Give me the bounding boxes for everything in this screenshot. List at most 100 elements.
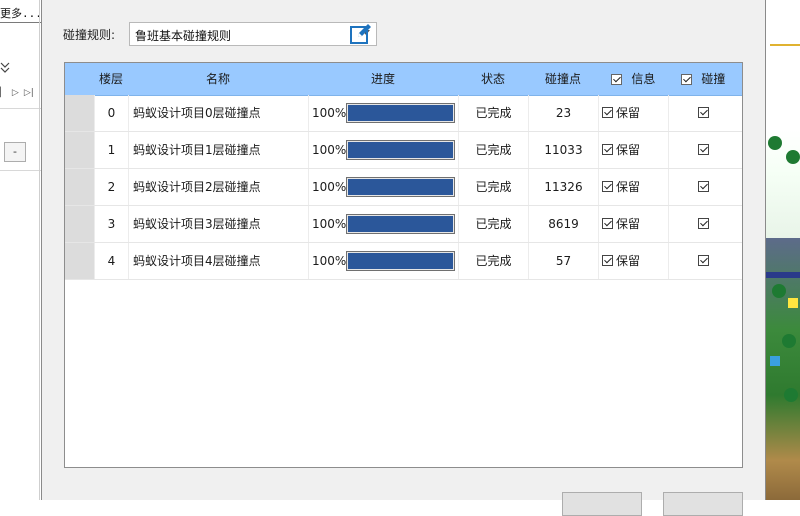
collision-checkbox[interactable] bbox=[698, 218, 709, 229]
cell-floor: 2 bbox=[94, 169, 128, 205]
column-header-collision: 碰撞 bbox=[668, 63, 738, 95]
crane-arm bbox=[770, 44, 800, 46]
column-header-name: 名称 bbox=[205, 72, 230, 86]
header-collision-checkbox[interactable] bbox=[680, 74, 692, 85]
keep-label: 保留 bbox=[616, 143, 641, 157]
collision-checkbox[interactable] bbox=[698, 144, 709, 155]
progress-fill bbox=[348, 142, 453, 158]
skip-end-icon[interactable]: ▷| bbox=[24, 88, 34, 98]
cell-keep[interactable]: 保留 bbox=[598, 132, 668, 168]
row-selector[interactable] bbox=[65, 95, 94, 131]
cell-progress: 100% bbox=[308, 95, 458, 131]
row-selector[interactable] bbox=[65, 206, 94, 242]
tree-icon bbox=[782, 334, 796, 348]
cell-keep[interactable]: 保留 bbox=[598, 206, 668, 242]
cell-keep[interactable]: 保留 bbox=[598, 95, 668, 131]
building-band bbox=[766, 272, 800, 278]
edit-icon[interactable] bbox=[349, 22, 373, 46]
cell-count: 11326 bbox=[528, 169, 598, 205]
progress-percent: 100% bbox=[312, 106, 347, 120]
keep-checkbox[interactable] bbox=[602, 218, 613, 229]
cell-collision[interactable] bbox=[668, 206, 738, 242]
cell-name: 蚂蚁设计项目2层碰撞点 bbox=[128, 169, 308, 205]
cell-status: 已完成 bbox=[458, 132, 528, 168]
row-selector[interactable] bbox=[65, 132, 94, 168]
rule-select[interactable]: 鲁班基本碰撞规则 bbox=[129, 22, 377, 46]
collision-checkbox[interactable] bbox=[698, 107, 709, 118]
divider bbox=[0, 170, 41, 171]
rule-select-value: 鲁班基本碰撞规则 bbox=[135, 29, 232, 43]
progress-percent: 100% bbox=[312, 180, 347, 194]
keep-label: 保留 bbox=[616, 217, 641, 231]
more-menu-link[interactable]: 更多... bbox=[0, 5, 41, 21]
cell-progress: 100% bbox=[308, 206, 458, 242]
cell-collision[interactable] bbox=[668, 95, 738, 131]
minus-button[interactable]: - bbox=[4, 142, 26, 162]
cell-collision[interactable] bbox=[668, 243, 738, 279]
row-selector[interactable] bbox=[65, 169, 94, 205]
cell-count: 8619 bbox=[528, 206, 598, 242]
cell-collision[interactable] bbox=[668, 132, 738, 168]
cell-progress: 100% bbox=[308, 243, 458, 279]
cell-count: 23 bbox=[528, 95, 598, 131]
play-icon[interactable]: ▷ bbox=[12, 88, 19, 98]
grid-header: 楼层 名称 进度 状态 碰撞点 信息 碰撞 bbox=[65, 63, 742, 96]
progress-bar bbox=[346, 177, 455, 197]
cell-status: 已完成 bbox=[458, 169, 528, 205]
column-header-collision-label: 碰撞 bbox=[701, 72, 726, 86]
keep-label: 保留 bbox=[616, 180, 641, 194]
scene-trees bbox=[766, 130, 800, 240]
collision-checkbox[interactable] bbox=[698, 255, 709, 266]
keep-checkbox[interactable] bbox=[602, 144, 613, 155]
progress-bar bbox=[346, 140, 455, 160]
table-row[interactable]: 3 蚂蚁设计项目3层碰撞点 100% 已完成 8619 保留 bbox=[65, 206, 742, 243]
cell-count: 57 bbox=[528, 243, 598, 279]
keep-checkbox[interactable] bbox=[602, 255, 613, 266]
column-header-status: 状态 bbox=[480, 72, 505, 86]
cell-status: 已完成 bbox=[458, 95, 528, 131]
cell-floor: 0 bbox=[94, 95, 128, 131]
background-3d-view bbox=[766, 0, 800, 500]
cell-keep[interactable]: 保留 bbox=[598, 243, 668, 279]
table-row[interactable]: 1 蚂蚁设计项目1层碰撞点 100% 已完成 11033 保留 bbox=[65, 132, 742, 169]
cell-status: 已完成 bbox=[458, 206, 528, 242]
progress-fill bbox=[348, 179, 453, 195]
column-header-info-label: 信息 bbox=[631, 72, 656, 86]
keep-checkbox[interactable] bbox=[602, 107, 613, 118]
double-chevron-icon[interactable] bbox=[0, 62, 10, 77]
header-info-checkbox[interactable] bbox=[610, 74, 622, 85]
column-header-count: 碰撞点 bbox=[544, 72, 581, 86]
progress-bar bbox=[346, 214, 455, 234]
cell-count: 11033 bbox=[528, 132, 598, 168]
column-header-info: 信息 bbox=[598, 63, 668, 95]
cell-keep[interactable]: 保留 bbox=[598, 169, 668, 205]
tree-icon bbox=[768, 136, 782, 150]
table-row[interactable]: 2 蚂蚁设计项目2层碰撞点 100% 已完成 11326 保留 bbox=[65, 169, 742, 206]
divider bbox=[0, 22, 41, 23]
cell-collision[interactable] bbox=[668, 169, 738, 205]
tree-icon bbox=[772, 284, 786, 298]
progress-fill bbox=[348, 253, 453, 269]
table-row[interactable]: 0 蚂蚁设计项目0层碰撞点 100% 已完成 23 保留 bbox=[65, 95, 742, 132]
cell-progress: 100% bbox=[308, 169, 458, 205]
collision-checkbox[interactable] bbox=[698, 181, 709, 192]
keep-checkbox[interactable] bbox=[602, 181, 613, 192]
tree-icon bbox=[784, 388, 798, 402]
cell-name: 蚂蚁设计项目3层碰撞点 bbox=[128, 206, 308, 242]
building-block bbox=[788, 298, 798, 308]
cell-name: 蚂蚁设计项目0层碰撞点 bbox=[128, 95, 308, 131]
footer-button[interactable] bbox=[562, 492, 642, 516]
tree-icon bbox=[786, 150, 800, 164]
row-selector[interactable] bbox=[65, 243, 94, 279]
progress-fill bbox=[348, 216, 453, 232]
table-row[interactable]: 4 蚂蚁设计项目4层碰撞点 100% 已完成 57 保留 bbox=[65, 243, 742, 280]
progress-bar bbox=[346, 103, 455, 123]
footer-button[interactable] bbox=[663, 492, 743, 516]
progress-percent: 100% bbox=[312, 217, 347, 231]
step-back-icon[interactable]: ▏ bbox=[0, 88, 7, 98]
keep-label: 保留 bbox=[616, 106, 641, 120]
keep-label: 保留 bbox=[616, 254, 641, 268]
rule-label: 碰撞规则: bbox=[63, 28, 116, 42]
cell-progress: 100% bbox=[308, 132, 458, 168]
column-header-floor: 楼层 bbox=[98, 72, 123, 86]
